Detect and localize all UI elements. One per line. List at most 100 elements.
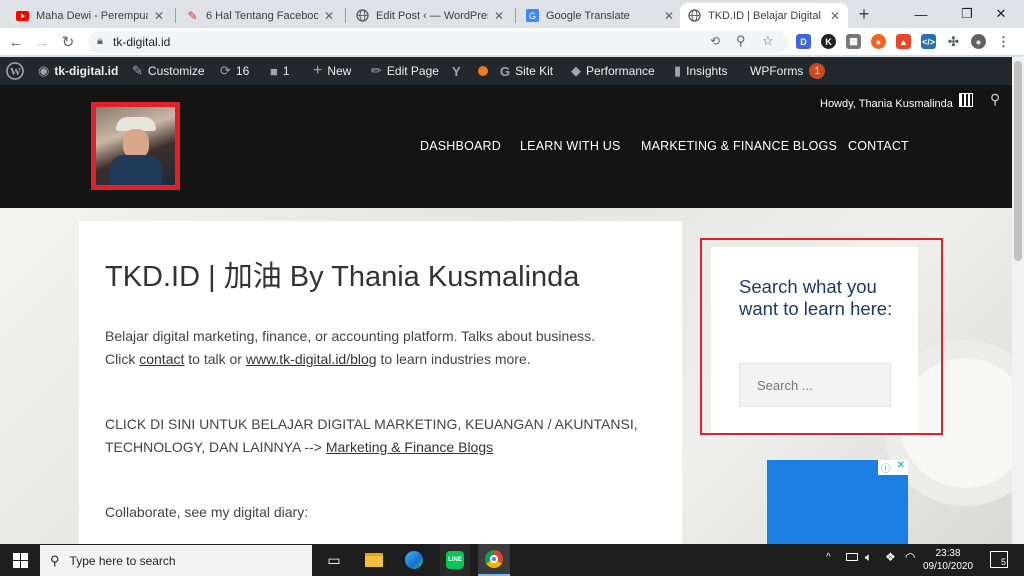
bookmark-star-icon[interactable]: ☆ — [762, 33, 774, 49]
forward-button[interactable]: → — [32, 32, 52, 52]
extension-reddit-icon[interactable]: ● — [871, 34, 886, 49]
insights-link[interactable]: ▮ Insights — [674, 57, 728, 85]
site-logo[interactable] — [91, 102, 180, 190]
site-kit-label: Site Kit — [515, 64, 554, 78]
reload-button[interactable]: ↻ — [58, 32, 78, 52]
tab-facebook[interactable]: ✎ 6 Hal Tentang Facebook Pi... ✕ — [178, 3, 342, 28]
dropbox-icon[interactable]: ❖ — [885, 550, 896, 564]
translate-page-icon[interactable]: ⟲ — [710, 34, 720, 48]
edge-icon[interactable] — [402, 548, 426, 572]
close-icon[interactable]: ✕ — [494, 9, 504, 23]
insights-label: Insights — [686, 64, 728, 78]
nav-dashboard[interactable]: DASHBOARD — [420, 139, 501, 153]
new-content-link[interactable]: + New — [313, 57, 351, 85]
updates-link[interactable]: ⟳ 16 — [220, 57, 249, 85]
windows-taskbar: ⚲ Type here to search ▭ LINE ^ 🔈︎ ❖ ◠ 23… — [0, 544, 1024, 576]
back-button[interactable]: ← — [6, 32, 26, 52]
nav-learn-with-us[interactable]: LEARN WITH US — [520, 139, 621, 153]
file-explorer-icon[interactable] — [362, 548, 386, 572]
pencil-icon: ✏︎ — [371, 63, 382, 78]
taskbar-search-box[interactable]: ⚲ Type here to search — [40, 545, 312, 576]
page-title: TKD.ID | 加油 By Thania Kusmalinda — [105, 261, 580, 293]
customize-label: Customize — [147, 64, 205, 78]
nav-contact[interactable]: CONTACT — [848, 139, 909, 153]
site-kit-link[interactable]: G Site Kit — [500, 57, 553, 85]
advertisement[interactable]: ⓘ ✕ — [767, 460, 908, 544]
yoast-seo-link[interactable]: Y — [452, 57, 488, 85]
profile-avatar[interactable]: ● — [971, 34, 986, 49]
close-window-button[interactable]: ✕ — [978, 0, 1024, 28]
tab-divider — [175, 8, 176, 23]
wp-admin-bar: W ◉ tk-digital.id ✎ Customize ⟳ 16 ■ 1 + New … — [0, 57, 1024, 85]
chevron-up-icon[interactable]: ^ — [826, 552, 831, 563]
chrome-icon[interactable] — [478, 544, 510, 576]
extension-fire-icon[interactable]: ▲ — [896, 34, 911, 49]
wpforms-link[interactable]: WPForms 1 — [750, 57, 826, 85]
site-name-link[interactable]: ◉ tk-digital.id — [38, 57, 118, 85]
globe-icon — [356, 9, 369, 22]
arrow-right-icon: → — [34, 33, 50, 51]
search-icon: ⚲ — [50, 552, 60, 568]
customize-link[interactable]: ✎ Customize — [132, 57, 205, 85]
comments-link[interactable]: ■ 1 — [270, 57, 290, 85]
collaborate-paragraph: Collaborate, see my digital diary: — [105, 504, 309, 520]
intro-text: to learn industries more. — [376, 351, 531, 367]
kebab-menu-icon[interactable]: ⋮ — [996, 34, 1011, 49]
close-icon[interactable]: ✕ — [324, 9, 334, 23]
updates-icon: ⟳ — [220, 63, 231, 78]
close-icon[interactable]: ✕ — [154, 9, 164, 23]
edit-page-link[interactable]: ✏︎ Edit Page — [371, 57, 439, 85]
puzzle-icon[interactable]: ✣ — [946, 34, 961, 49]
tab-google-translate[interactable]: G Google Translate ✕ — [518, 3, 682, 28]
battery-icon[interactable] — [846, 553, 858, 561]
tab-divider — [515, 8, 516, 23]
nav-marketing-finance-blogs[interactable]: MARKETING & FINANCE BLOGS — [641, 139, 837, 153]
contact-link[interactable]: contact — [139, 351, 184, 367]
notification-center-icon[interactable]: 5 — [990, 551, 1008, 568]
address-bar[interactable]: 🔒︎ tk-digital.id ⟲ ⚲ ☆ — [88, 31, 788, 53]
tab-tkd-active[interactable]: TKD.ID | Belajar Digital Ma... ✕ — [680, 3, 848, 28]
performance-link[interactable]: ◆ Performance — [571, 57, 655, 85]
howdy-user-menu[interactable]: Howdy, Thania Kusmalinda — [820, 93, 973, 110]
wordpress-logo-button[interactable]: W — [6, 57, 24, 85]
extension-grid-icon[interactable]: ▦ — [846, 34, 861, 49]
line-app-icon[interactable]: LINE — [440, 544, 470, 576]
extension-k-icon[interactable]: K — [821, 34, 836, 49]
search-icon[interactable]: ⚲ — [990, 91, 1000, 108]
close-ad-icon[interactable]: ✕ — [894, 460, 908, 475]
seo-status-dot — [477, 66, 488, 76]
zoom-icon[interactable]: ⚲ — [736, 33, 746, 49]
scrollbar-thumb[interactable] — [1014, 61, 1022, 261]
browser-tab-strip: Maha Dewi - Perempuan Pi... ✕ ✎ 6 Hal Te… — [0, 0, 1024, 28]
windows-start-button[interactable] — [8, 548, 32, 572]
taskbar-search-placeholder: Type here to search — [69, 553, 176, 568]
google-g-icon: G — [500, 63, 511, 79]
tab-edit-post[interactable]: Edit Post ‹ — WordPress ✕ — [348, 3, 512, 28]
minimize-button[interactable]: — — [898, 0, 944, 28]
wifi-icon[interactable]: ◠ — [905, 550, 915, 564]
extension-d-icon[interactable]: D — [796, 34, 811, 49]
arrow-left-icon: ← — [8, 33, 24, 51]
tab-maha-dewi[interactable]: Maha Dewi - Perempuan Pi... ✕ — [8, 3, 172, 28]
wordpress-icon: W — [6, 62, 24, 80]
svg-text:G: G — [529, 11, 536, 21]
close-icon[interactable]: ✕ — [830, 9, 840, 23]
extension-code-icon[interactable]: </> — [921, 34, 936, 49]
blog-link[interactable]: www.tk-digital.id/blog — [246, 351, 377, 367]
tab-title: Google Translate — [546, 9, 630, 22]
speaker-icon[interactable]: 🔈︎ — [865, 550, 872, 565]
performance-icon: ◆ — [571, 63, 581, 78]
task-view-icon[interactable]: ▭ — [322, 548, 346, 572]
windows-logo-icon — [12, 552, 28, 568]
ad-choices-badge[interactable]: ⓘ ✕ — [877, 460, 908, 475]
info-icon[interactable]: ⓘ — [878, 460, 894, 475]
edit-page-label: Edit Page — [386, 64, 439, 78]
marketing-finance-blogs-link[interactable]: Marketing & Finance Blogs — [326, 439, 493, 455]
page-scrollbar[interactable] — [1012, 57, 1024, 544]
close-icon[interactable]: ✕ — [664, 9, 674, 23]
bar-chart-icon: ▮ — [674, 63, 682, 78]
notification-count: 5 — [1000, 557, 1006, 567]
system-clock[interactable]: 23:38 09/10/2020 — [922, 547, 974, 573]
yoast-icon: Y — [452, 63, 461, 79]
new-tab-button[interactable]: + — [853, 3, 875, 25]
